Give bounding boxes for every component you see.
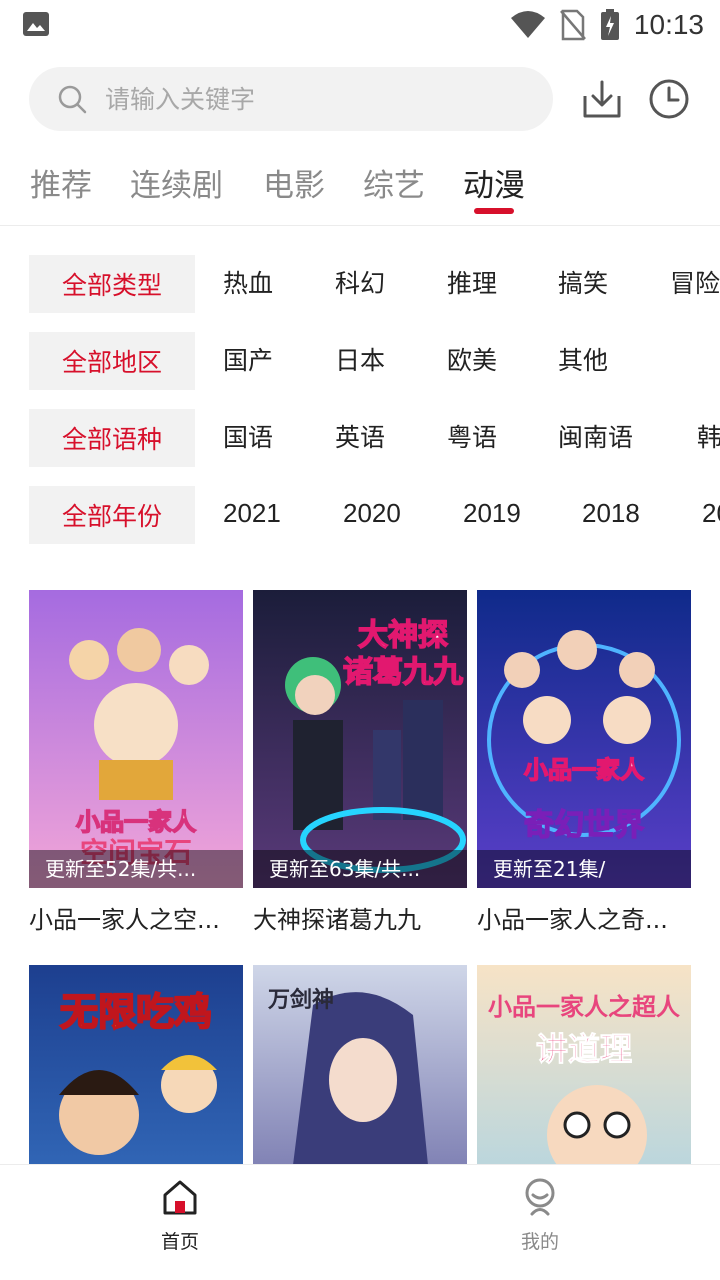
profile-icon (525, 1178, 555, 1216)
filter-row-year: 全部年份 2021 2020 2019 2018 20 (0, 486, 720, 544)
filter-option[interactable]: 国产 (223, 332, 273, 390)
filter-all-languages[interactable]: 全部语种 (29, 409, 195, 467)
episode-update-label: 更新至63集/共... (253, 850, 467, 888)
bottom-navigation: 首页 我的 (0, 1164, 720, 1280)
filter-row-type: 全部类型 热血 科幻 推理 搞笑 冒险 (0, 255, 720, 313)
tab-movie[interactable]: 电影 (263, 160, 325, 205)
svg-text:诸葛九九: 诸葛九九 (343, 655, 463, 690)
svg-text:万剑神: 万剑神 (267, 987, 334, 1013)
tab-recommend[interactable]: 推荐 (30, 160, 92, 205)
active-tab-indicator (474, 208, 514, 214)
video-card[interactable]: 大神探 诸葛九九 更新至63集/共... 大神探诸葛九九 (253, 590, 467, 935)
episode-update-label: 更新至52集/共... (29, 850, 243, 888)
home-icon (163, 1180, 197, 1215)
download-icon[interactable] (581, 78, 623, 120)
filter-option[interactable]: 搞笑 (558, 255, 608, 313)
search-bar[interactable] (29, 67, 553, 131)
filter-option[interactable]: 2020 (343, 486, 401, 544)
tab-series[interactable]: 连续剧 (130, 160, 223, 205)
filter-option[interactable]: 日本 (335, 332, 385, 390)
filter-option[interactable]: 韩 (697, 409, 720, 467)
filter-all-types[interactable]: 全部类型 (29, 255, 195, 313)
poster-image: 小品一家人 空间宝石 (29, 590, 243, 888)
filter-all-regions[interactable]: 全部地区 (29, 332, 195, 390)
filter-option[interactable]: 其他 (558, 332, 608, 390)
filter-row-language: 全部语种 国语 英语 粤语 闽南语 韩 (0, 409, 720, 467)
video-title[interactable]: 小品一家人之奇... (477, 900, 691, 935)
filter-option[interactable]: 英语 (335, 409, 385, 467)
tab-anime[interactable]: 动漫 (463, 160, 525, 205)
nav-home-label: 首页 (160, 1231, 199, 1253)
filter-option[interactable]: 推理 (447, 255, 497, 313)
svg-text:大神探: 大神探 (358, 618, 448, 653)
search-input[interactable] (105, 84, 505, 114)
filter-option[interactable]: 欧美 (447, 332, 497, 390)
svg-text:讲道理: 讲道理 (536, 1030, 632, 1068)
no-sim-icon (559, 9, 586, 41)
poster-image: 小品一家人 奇幻世界 (477, 590, 691, 888)
history-clock-icon[interactable] (648, 78, 690, 120)
svg-text:小品一家人之超人: 小品一家人之超人 (488, 993, 680, 1021)
video-title[interactable]: 小品一家人之空... (29, 900, 243, 935)
clock-time: 10:13 (633, 9, 704, 40)
status-bar: 10:13 (0, 0, 720, 50)
episode-update-label: 更新至21集/ (477, 850, 691, 888)
filter-option[interactable]: 闽南语 (558, 409, 633, 467)
filter-option[interactable]: 冒险 (670, 255, 720, 313)
filter-option[interactable]: 2018 (582, 486, 640, 544)
filter-option[interactable]: 20 (702, 486, 720, 544)
nav-home[interactable]: 首页 (120, 1177, 240, 1254)
nav-mine[interactable]: 我的 (480, 1177, 600, 1254)
video-poster[interactable]: 大神探 诸葛九九 更新至63集/共... (253, 590, 467, 888)
wifi-icon (510, 11, 545, 38)
filter-option[interactable]: 粤语 (447, 409, 497, 467)
poster-image: 大神探 诸葛九九 (253, 590, 467, 888)
svg-text:小品一家人: 小品一家人 (76, 808, 196, 836)
video-poster[interactable]: 小品一家人 空间宝石 更新至52集/共... (29, 590, 243, 888)
nav-mine-label: 我的 (520, 1231, 559, 1253)
filter-all-years[interactable]: 全部年份 (29, 486, 195, 544)
video-card[interactable]: 小品一家人 奇幻世界 更新至21集/ 小品一家人之奇... (477, 590, 691, 935)
battery-charging-icon (600, 9, 619, 40)
svg-text:小品一家人: 小品一家人 (524, 756, 644, 784)
filter-option[interactable]: 2021 (223, 486, 281, 544)
search-icon (58, 85, 87, 114)
filter-option[interactable]: 科幻 (335, 255, 385, 313)
image-notification-icon (23, 12, 49, 36)
filter-option[interactable]: 2019 (463, 486, 521, 544)
category-tabs: 推荐 连续剧 电影 综艺 动漫 (0, 150, 720, 226)
filter-option[interactable]: 国语 (223, 409, 273, 467)
tab-variety[interactable]: 综艺 (363, 160, 425, 205)
video-poster[interactable]: 小品一家人 奇幻世界 更新至21集/ (477, 590, 691, 888)
filter-row-region: 全部地区 国产 日本 欧美 其他 (0, 332, 720, 390)
filter-option[interactable]: 热血 (223, 255, 273, 313)
svg-text:无限吃鸡: 无限吃鸡 (60, 990, 212, 1034)
video-card[interactable]: 小品一家人 空间宝石 更新至52集/共... 小品一家人之空... (29, 590, 243, 935)
svg-text:奇幻世界: 奇幻世界 (524, 808, 644, 843)
video-title[interactable]: 大神探诸葛九九 (253, 900, 467, 935)
